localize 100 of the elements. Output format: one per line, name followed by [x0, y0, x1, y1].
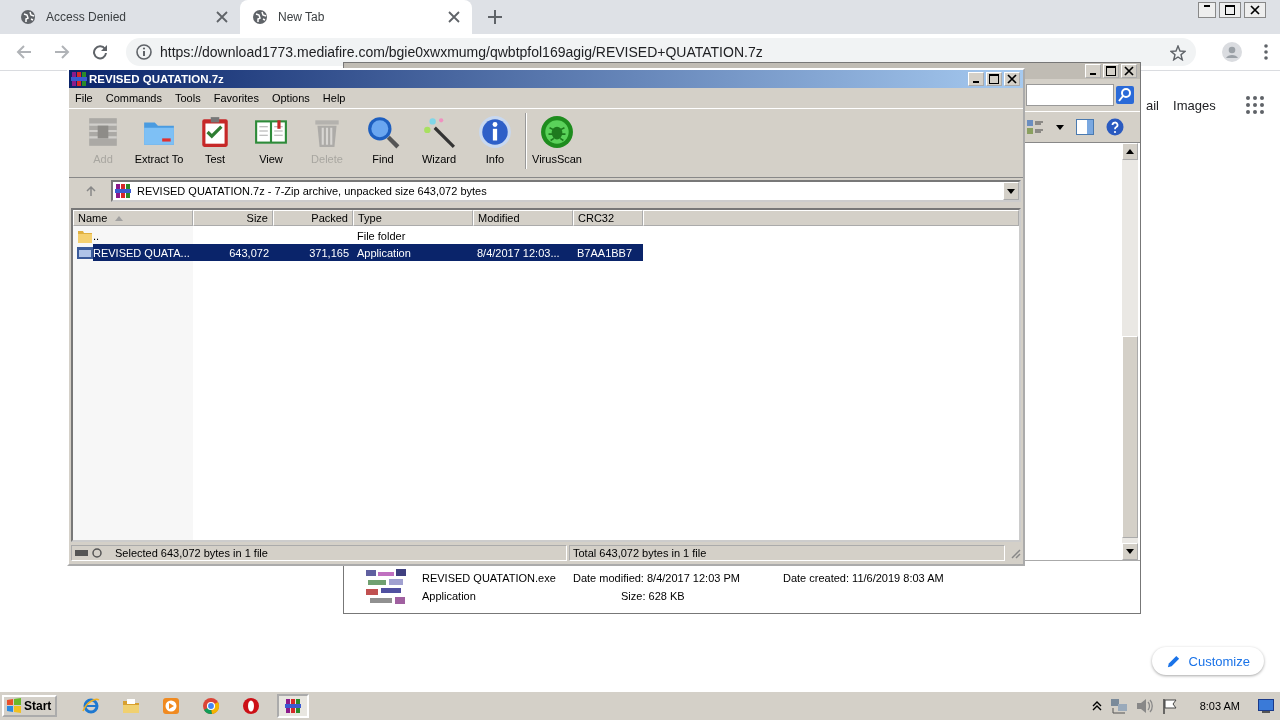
status-text: Total 643,072 bytes in 1 file — [573, 547, 707, 559]
new-tab-icon[interactable] — [488, 10, 502, 24]
magnifier-icon — [366, 115, 400, 149]
play-icon — [162, 697, 181, 715]
preview-pane-icon[interactable] — [1076, 119, 1094, 135]
column-header[interactable]: Packed — [273, 210, 353, 226]
browser-e-icon — [82, 697, 101, 715]
table-cell: REVISED QUATA... — [93, 246, 190, 259]
file-row[interactable]: REVISED QUATA... 643,072 371,165 Application 8/4/2017 12:03... B7AA1BB7 — [93, 244, 643, 261]
url-text: https://download1773.mediafire.com/bgie0xwxmumg/qwbtpfol169agig/REVISED+QUATATION.7z — [160, 44, 764, 60]
header-link[interactable]: Images — [1173, 97, 1216, 113]
close-icon[interactable] — [1244, 2, 1266, 18]
maximize-icon[interactable] — [1219, 2, 1241, 18]
archive-stack-icon — [86, 115, 120, 149]
caret-icon[interactable] — [1056, 124, 1064, 130]
ring-logo-icon — [242, 697, 261, 715]
resize-grip-icon[interactable] — [1009, 547, 1021, 559]
column-header[interactable]: CRC32 — [573, 210, 643, 226]
search-icon[interactable] — [1116, 86, 1134, 104]
maximize-icon — [989, 74, 999, 84]
globe-icon — [252, 9, 268, 25]
archive-books-icon — [285, 698, 302, 714]
path-field[interactable]: REVISED QUATATION.7z - 7-Zip archive, unpacked size 643,072 bytes — [111, 180, 1021, 202]
globe-icon — [20, 9, 36, 25]
scroll-up-icon[interactable] — [1122, 143, 1138, 160]
close-button[interactable] — [1004, 72, 1020, 86]
dropdown-caret-icon[interactable] — [1003, 182, 1019, 200]
browser-tab[interactable]: New Tab — [240, 0, 472, 34]
close-icon — [1124, 66, 1134, 76]
date-modified: Date modified: 8/4/2017 12:03 PM — [573, 572, 741, 584]
folder-icon — [122, 697, 141, 715]
table-cell: 8/4/2017 12:03... — [477, 246, 560, 259]
menu-item[interactable]: File — [75, 92, 93, 104]
archive-logo-icon — [71, 71, 87, 87]
toolbar-button[interactable]: Test — [187, 113, 243, 165]
maximize-button[interactable] — [986, 72, 1002, 86]
round-browser-icon — [202, 697, 221, 715]
customize-button[interactable]: Customize — [1151, 647, 1264, 675]
info-icon[interactable] — [136, 44, 152, 60]
table-cell: File folder — [357, 229, 406, 242]
close-button[interactable] — [1121, 64, 1137, 78]
scroll-down-icon[interactable] — [1122, 543, 1138, 560]
apps-grid-icon[interactable] — [1245, 96, 1264, 114]
toolbar-button[interactable]: Find — [355, 113, 411, 165]
browser-tab[interactable]: Access Denied — [8, 0, 240, 34]
info-icon — [478, 115, 512, 149]
header-link[interactable]: ail — [1146, 97, 1159, 113]
toolbar-button[interactable]: Wizard — [411, 113, 467, 165]
menu-item[interactable]: Help — [322, 92, 346, 104]
show-desktop-icon[interactable] — [1258, 699, 1274, 713]
archive-logo-icon — [115, 183, 131, 199]
status-text: Selected 643,072 bytes in 1 file — [115, 547, 268, 559]
file-name: REVISED QUATATION.exe — [422, 572, 557, 584]
search-field[interactable] — [1026, 84, 1114, 106]
magic-wand-icon — [422, 115, 456, 149]
clock[interactable]: 8:03 AM — [1199, 700, 1240, 712]
minimize-icon[interactable] — [1198, 2, 1216, 18]
table-cell: 371,165 — [309, 246, 349, 259]
toolbar-button[interactable]: Extract To — [131, 113, 187, 165]
column-header[interactable]: Modified — [473, 210, 573, 226]
help-icon[interactable] — [1106, 118, 1124, 136]
star-icon[interactable] — [1170, 45, 1186, 61]
drive-key-icon — [75, 548, 105, 558]
close-icon — [1007, 74, 1017, 84]
toolbar-button[interactable]: Info — [467, 113, 523, 165]
show-hidden-icons-icon[interactable] — [1091, 701, 1102, 711]
taskbar-app[interactable] — [277, 694, 310, 718]
maximize-button[interactable] — [1103, 64, 1119, 78]
menu-item[interactable]: Tools — [175, 92, 201, 104]
pencil-icon — [1165, 653, 1181, 669]
menu-item[interactable]: Commands — [105, 92, 162, 104]
table-cell: 643,072 — [229, 246, 269, 259]
table-cell: Application — [357, 246, 411, 259]
menu-item[interactable]: Favorites — [213, 92, 259, 104]
file-type: Application — [422, 590, 477, 602]
tab-title: Access Denied — [46, 10, 128, 24]
bug-icon — [540, 115, 574, 149]
maximize-icon — [1106, 66, 1116, 76]
toolbar-button[interactable]: VirusScan — [529, 113, 585, 165]
flag-icon[interactable] — [1161, 698, 1178, 714]
windows-logo-icon — [6, 698, 22, 714]
file-size: Size: 628 KB — [620, 590, 686, 602]
path-text: REVISED QUATATION.7z - 7-Zip archive, unpacked size 643,072 bytes — [137, 185, 488, 197]
column-header[interactable]: Name — [73, 210, 193, 226]
close-icon[interactable] — [446, 9, 462, 25]
minimize-button[interactable] — [1085, 64, 1101, 78]
table-cell: .. — [93, 229, 100, 242]
sort-arrow-icon — [115, 215, 124, 221]
column-header[interactable]: Type — [353, 210, 473, 226]
menu-item[interactable]: Options — [271, 92, 310, 104]
table-cell: B7AA1BB7 — [577, 246, 633, 259]
file-row[interactable]: .. File folder — [93, 227, 643, 244]
start-button[interactable]: Start — [2, 695, 58, 717]
window-title: REVISED QUATATION.7z — [89, 73, 224, 85]
minimize-button[interactable] — [968, 72, 984, 86]
date-created: Date created: 11/6/2019 8:03 AM — [783, 572, 944, 584]
scroll-thumb[interactable] — [1122, 336, 1138, 538]
toolbar-button[interactable]: View — [243, 113, 299, 165]
scrollbar[interactable] — [1122, 143, 1138, 560]
column-header[interactable]: Size — [193, 210, 273, 226]
